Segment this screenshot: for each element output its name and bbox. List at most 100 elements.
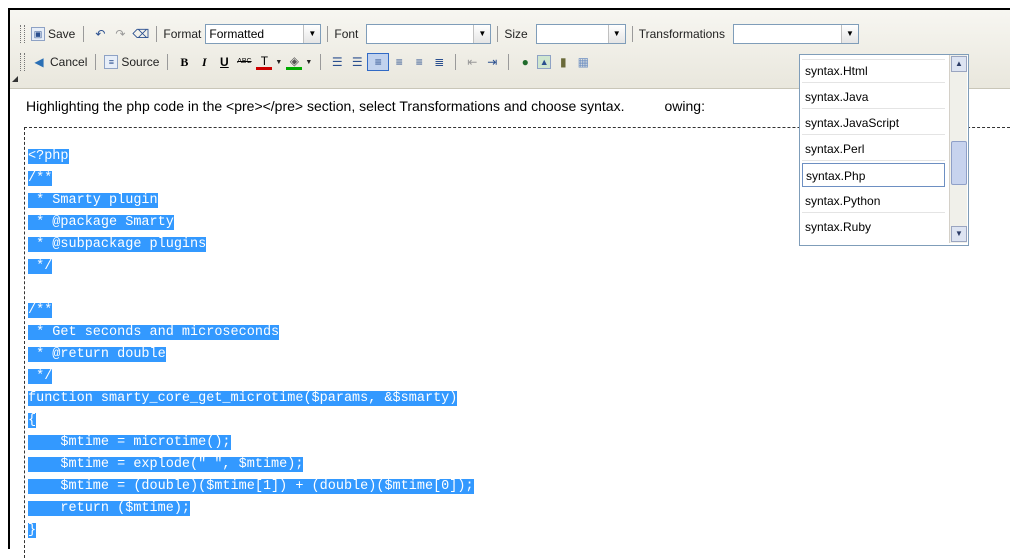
align-right-icon: ≡ — [415, 55, 423, 69]
font-label: Font — [334, 27, 359, 41]
size-label: Size — [504, 27, 528, 41]
toolbar-row-2: ◀ Cancel ≡ Source B I U ABC T ▼ ◈ ▼ ☰ ☰ ≡ … — [20, 50, 593, 74]
chevron-down-icon[interactable]: ▼ — [303, 25, 321, 43]
table-button[interactable]: ▦ — [573, 54, 593, 70]
font-select[interactable]: ▼ — [366, 24, 492, 44]
highlight-color-button[interactable]: ◈ ▼ — [284, 55, 314, 70]
underline-button[interactable]: U — [214, 54, 234, 70]
toolbar-separator — [83, 26, 85, 42]
link-button[interactable]: ● — [515, 54, 535, 70]
toolbar-grip[interactable] — [20, 25, 25, 43]
ordered-list-icon: ☰ — [331, 55, 343, 69]
format-select[interactable]: Formatted ▼ — [205, 24, 322, 44]
toolbar-grip[interactable] — [20, 53, 25, 71]
size-select[interactable]: ▼ — [535, 24, 626, 44]
floppy-icon: ▣ — [31, 27, 45, 41]
align-justify-button[interactable]: ≣ — [429, 54, 449, 70]
transformations-dropdown-list[interactable]: syntax.Html syntax.Java syntax.JavaScrip… — [799, 54, 969, 246]
transformations-select[interactable]: ▼ — [732, 24, 859, 44]
code-line: <?php — [28, 149, 69, 164]
media-button[interactable]: ▮ — [553, 54, 573, 70]
chevron-down-icon[interactable]: ▼ — [607, 25, 625, 43]
toolbar-separator — [156, 26, 158, 42]
dropdown-scrollbar[interactable]: ▲ ▼ — [949, 55, 967, 243]
code-line: $mtime = (double)($mtime[1]) + (double)(… — [28, 479, 474, 494]
code-line: * @return double — [28, 347, 166, 362]
dropdown-item-syntax-python[interactable]: syntax.Python — [802, 189, 945, 213]
toolbar-separator — [497, 26, 499, 42]
code-line: */ — [28, 369, 53, 384]
dropdown-item-syntax-java[interactable]: syntax.Java — [802, 85, 945, 109]
code-line: /** — [28, 303, 53, 318]
chevron-down-icon[interactable]: ▼ — [840, 25, 858, 43]
code-line: * @package Smarty — [28, 215, 174, 230]
table-icon: ▦ — [577, 55, 589, 69]
align-center-icon: ≡ — [395, 55, 403, 69]
dropdown-item-syntax-javascript[interactable]: syntax.JavaScript — [802, 111, 945, 135]
code-line: * Smarty plugin — [28, 193, 158, 208]
chevron-down-icon[interactable]: ▼ — [473, 25, 491, 43]
undo-button[interactable]: ↶ — [90, 26, 110, 42]
align-left-icon: ≡ — [374, 55, 382, 69]
code-line: return ($mtime); — [28, 501, 191, 516]
code-line: */ — [28, 259, 53, 274]
dropdown-item-syntax-html[interactable]: syntax.Html — [802, 59, 945, 83]
instruction-text: Highlighting the php code in the <pre></… — [26, 98, 705, 114]
ordered-list-button[interactable]: ☰ — [327, 54, 347, 70]
source-button[interactable]: ≡ Source — [102, 55, 161, 69]
toolbar-separator — [455, 54, 457, 70]
save-button[interactable]: ▣ Save — [29, 27, 77, 41]
code-line: { — [28, 413, 37, 428]
dropdown-item-syntax-php[interactable]: syntax.Php — [802, 163, 945, 187]
code-line: /** — [28, 171, 53, 186]
align-right-button[interactable]: ≡ — [409, 54, 429, 70]
toolbar-separator — [320, 54, 322, 70]
outdent-button[interactable]: ⇤ — [462, 54, 482, 70]
toolbar-separator — [508, 54, 510, 70]
toolbar-separator — [95, 54, 97, 70]
code-line: $mtime = microtime(); — [28, 435, 231, 450]
source-icon: ≡ — [104, 55, 119, 69]
back-arrow-icon: ◀ — [34, 55, 44, 69]
image-button[interactable]: ▲ — [535, 55, 553, 69]
undo-icon: ↶ — [95, 27, 106, 41]
toolbar-separator — [167, 54, 169, 70]
indent-icon: ⇥ — [487, 55, 498, 69]
scroll-down-icon[interactable]: ▼ — [951, 226, 967, 242]
redo-button[interactable]: ↷ — [110, 26, 130, 42]
redo-icon: ↷ — [115, 27, 126, 41]
pre-code-block[interactable]: <?php /** * Smarty plugin * @package Smar… — [28, 146, 474, 542]
align-justify-icon: ≣ — [434, 55, 445, 69]
resize-corner-icon — [12, 76, 18, 82]
code-line: } — [28, 523, 37, 538]
cancel-button[interactable]: ◀ Cancel — [29, 54, 89, 70]
eraser-button[interactable]: ⌫ — [130, 26, 150, 42]
align-center-button[interactable]: ≡ — [389, 54, 409, 70]
italic-button[interactable]: I — [194, 54, 214, 70]
eraser-icon: ⌫ — [132, 27, 150, 41]
toolbar-row-1: ▣ Save ↶ ↷ ⌫ Format Formatted ▼ Font ▼ S… — [20, 22, 859, 46]
image-icon: ▲ — [537, 55, 552, 69]
unordered-list-icon: ☰ — [351, 55, 363, 69]
code-line: * Get seconds and microseconds — [28, 325, 280, 340]
scroll-up-icon[interactable]: ▲ — [951, 56, 967, 72]
editor-frame: ▣ Save ↶ ↷ ⌫ Format Formatted ▼ Font ▼ S… — [8, 8, 1010, 558]
paint-bucket-icon: ◈ — [286, 55, 303, 70]
strikethrough-button[interactable]: ABC — [234, 54, 254, 70]
scroll-thumb[interactable] — [951, 141, 967, 185]
film-icon: ▮ — [559, 55, 567, 69]
text-color-icon: T — [256, 55, 273, 70]
format-label: Format — [163, 27, 202, 41]
bold-button[interactable]: B — [174, 54, 194, 70]
code-line: * @subpackage plugins — [28, 237, 207, 252]
toolbar-separator — [327, 26, 329, 42]
globe-link-icon: ● — [521, 55, 529, 69]
code-line: $mtime = explode(" ", $mtime); — [28, 457, 304, 472]
text-color-button[interactable]: T ▼ — [254, 55, 284, 70]
unordered-list-button[interactable]: ☰ — [347, 54, 367, 70]
indent-button[interactable]: ⇥ — [482, 54, 502, 70]
dropdown-item-syntax-ruby[interactable]: syntax.Ruby — [802, 215, 945, 239]
align-left-button[interactable]: ≡ — [367, 53, 390, 71]
dropdown-item-syntax-perl[interactable]: syntax.Perl — [802, 137, 945, 161]
